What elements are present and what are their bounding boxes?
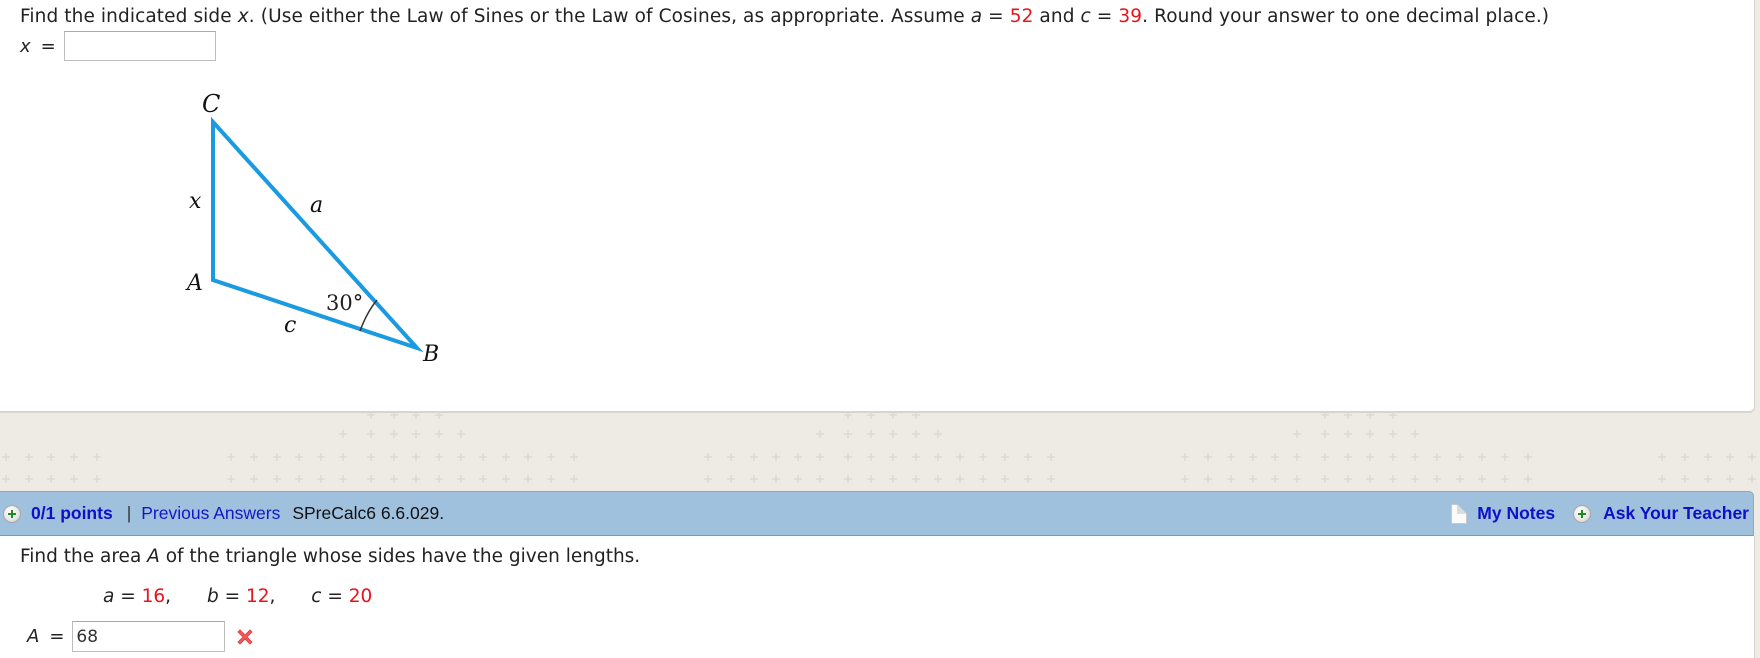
equals-sign: =	[1090, 6, 1119, 27]
variable-c: c	[1080, 6, 1091, 27]
value-a: 16	[141, 586, 166, 607]
red-x-icon	[237, 628, 253, 645]
variable-A: A	[147, 546, 160, 567]
equals-sign: =	[114, 586, 142, 607]
triangle-shape	[211, 116, 424, 353]
answer-label-A: A	[27, 626, 40, 647]
comma: ,	[269, 586, 276, 607]
given-side-lengths: a = 16, b = 12, c = 20	[103, 586, 402, 607]
side-value-c: c = 20	[311, 586, 372, 607]
c-value: 39	[1118, 6, 1143, 27]
previous-answers-link[interactable]: Previous Answers	[141, 503, 280, 524]
answer-row-A: A =	[27, 621, 255, 652]
question-panel-2: Find the area A of the triangle whose si…	[0, 536, 1755, 658]
decorative-plus-pattern	[0, 413, 1760, 491]
variable-a: a	[103, 586, 115, 607]
answer-input-A[interactable]	[72, 621, 226, 652]
side-label-x: x	[189, 189, 202, 214]
ask-your-teacher-link[interactable]: Ask Your Teacher	[1603, 503, 1749, 524]
question-reference: SPreCalc6 6.6.029.	[292, 503, 445, 523]
side-label-a: a	[310, 193, 323, 218]
variable-a: a	[970, 6, 983, 27]
side-label-c: c	[284, 313, 296, 338]
question-2-prompt: Find the area A of the triangle whose si…	[20, 546, 640, 567]
value-b: 12	[245, 586, 270, 607]
my-notes-link[interactable]: My Notes	[1477, 503, 1555, 524]
prompt-text: and	[1033, 6, 1081, 27]
ask-teacher-plus-icon[interactable]	[1573, 504, 1592, 523]
note-page-icon[interactable]	[1451, 503, 1468, 524]
triangle-figure: C A B x a c 30°	[185, 90, 439, 367]
prompt-text: of the triangle whose sides have the giv…	[159, 546, 641, 567]
equals-sign: =	[982, 6, 1010, 27]
a-value: 52	[1009, 6, 1034, 27]
separator: |	[126, 503, 132, 523]
prompt-text: Find the area	[20, 546, 148, 567]
vertex-label-b: B	[422, 342, 439, 367]
side-value-a: a = 16,	[103, 586, 171, 607]
points-link[interactable]: 0/1 points	[31, 503, 113, 524]
angle-label: 30°	[326, 291, 363, 315]
comma: ,	[165, 586, 172, 607]
variable-c: c	[311, 586, 322, 607]
equals-sign: =	[218, 586, 246, 607]
question-panel-1: Find the indicated side x. (Use either t…	[0, 0, 1755, 413]
vertex-label-a: A	[185, 271, 203, 296]
equals-sign: =	[49, 626, 65, 647]
vertex-label-c: C	[202, 90, 220, 118]
expand-plus-icon[interactable]	[3, 504, 21, 523]
side-value-b: b = 12,	[207, 586, 275, 607]
question-2-header-bar: 0/1 points | Previous Answers SPreCalc6 …	[0, 491, 1754, 537]
value-c: 20	[348, 586, 373, 607]
variable-b: b	[206, 586, 219, 607]
prompt-text: . Round your answer to one decimal place…	[1142, 6, 1550, 27]
equals-sign: =	[321, 586, 349, 607]
